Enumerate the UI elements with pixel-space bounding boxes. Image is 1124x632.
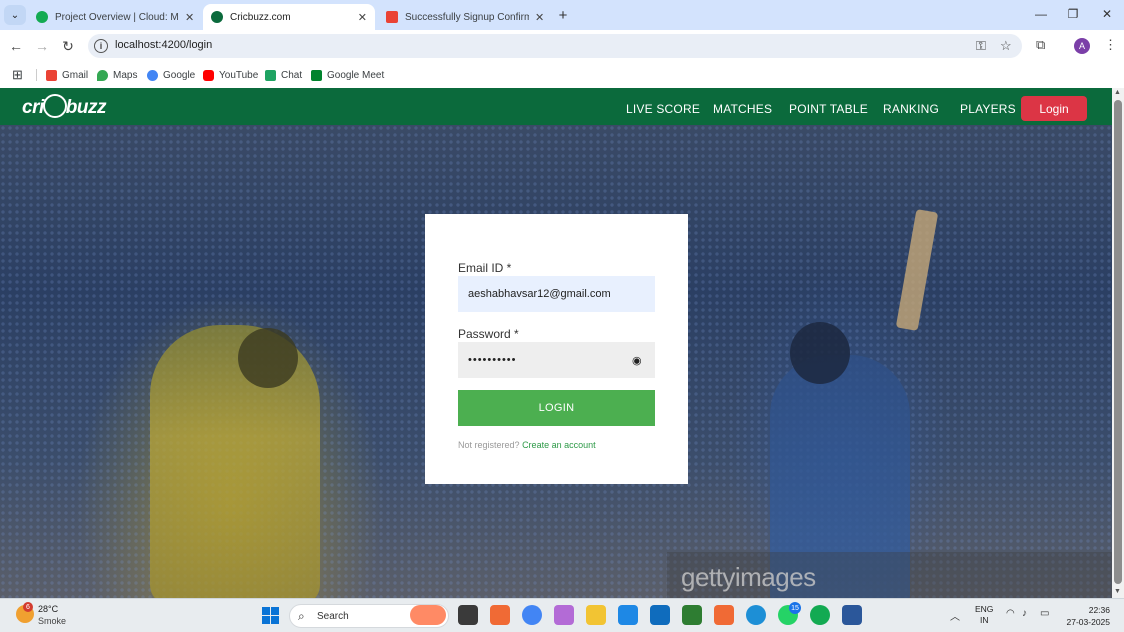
apps-grid-icon[interactable]: ⊞ <box>12 67 23 83</box>
page-viewport: cri buzz LIVE SCORE MATCHES POINT TABLE R… <box>0 88 1112 598</box>
address-bar[interactable]: i localhost:4200/login ⚿ ☆ <box>88 34 1022 58</box>
bookmark-google-meet[interactable]: Google Meet <box>311 67 384 83</box>
profile-avatar[interactable]: A <box>1074 38 1090 54</box>
new-tab-button[interactable]: + <box>554 6 572 24</box>
weather-desc[interactable]: Smoke <box>38 616 66 626</box>
cricket-ball-icon <box>42 94 67 118</box>
scroll-down-arrow-icon[interactable]: ▼ <box>1114 588 1121 595</box>
nav-ranking[interactable]: RANKING <box>883 102 939 116</box>
file-explorer-icon[interactable] <box>586 605 606 625</box>
bookmark-divider <box>36 69 37 81</box>
battery-icon[interactable]: ▭ <box>1040 608 1049 619</box>
login-submit-button[interactable]: LOGIN <box>458 390 655 426</box>
edge-icon[interactable] <box>746 605 766 625</box>
create-account-link[interactable]: Create an account <box>522 440 596 450</box>
tab-search-button[interactable]: ⌄ <box>4 5 26 25</box>
nav-live-score[interactable]: LIVE SCORE <box>626 102 700 116</box>
bookmark-google[interactable]: Google <box>147 67 195 83</box>
scrollbar-thumb[interactable] <box>1114 100 1122 584</box>
password-key-icon[interactable]: ⚿ <box>976 38 986 54</box>
window-close-button[interactable]: ✕ <box>1097 6 1117 22</box>
tab-cricbuzz[interactable]: Cricbuzz.com ✕ <box>203 4 375 30</box>
nav-players[interactable]: PLAYERS <box>960 102 1016 116</box>
games-icon[interactable] <box>682 605 702 625</box>
whatsapp-badge: 15 <box>789 602 801 614</box>
word-icon[interactable] <box>842 605 862 625</box>
weather-temp[interactable]: 28°C <box>38 604 58 614</box>
nav-login-button[interactable]: Login <box>1021 96 1087 121</box>
copilot-icon[interactable] <box>554 605 574 625</box>
wifi-icon[interactable]: ◠ <box>1006 608 1015 619</box>
google-icon <box>147 69 158 81</box>
scroll-up-arrow-icon[interactable]: ▲ <box>1114 89 1121 96</box>
weather-badge: 6 <box>23 602 33 612</box>
task-view-icon[interactable] <box>458 605 478 625</box>
getty-watermark: gettyimages <box>667 552 1112 598</box>
bookmark-star-icon[interactable]: ☆ <box>1000 38 1012 54</box>
minimize-button[interactable]: — <box>1031 6 1051 22</box>
start-button[interactable] <box>262 607 279 624</box>
vscode-icon[interactable] <box>618 605 638 625</box>
forward-button[interactable]: → <box>33 37 51 55</box>
nav-matches[interactable]: MATCHES <box>713 102 772 116</box>
xampp-icon[interactable] <box>490 605 510 625</box>
outlook-icon[interactable] <box>650 605 670 625</box>
gmail-icon <box>386 11 398 23</box>
cricbuzz-favicon-icon <box>211 11 223 23</box>
bookmarks-bar: ⊞ Gmail Maps Google YouTube Chat Google … <box>0 62 1124 88</box>
reload-button[interactable]: ↻ <box>59 37 77 55</box>
password-label: Password * <box>458 327 519 341</box>
eye-icon[interactable]: ◉ <box>632 354 642 367</box>
email-label: Email ID * <box>458 261 512 275</box>
site-info-icon[interactable]: i <box>94 39 108 53</box>
tab-project-overview[interactable]: Project Overview | Cloud: Mong ✕ <box>28 4 202 30</box>
xampp-control-icon[interactable] <box>714 605 734 625</box>
volume-icon[interactable]: ♪ <box>1022 608 1027 619</box>
search-icon: ⌕ <box>298 609 305 623</box>
nav-point-table[interactable]: POINT TABLE <box>789 102 868 116</box>
email-field[interactable] <box>458 276 655 312</box>
language-indicator[interactable]: ENG IN <box>975 604 993 626</box>
cricbuzz-logo[interactable]: cri buzz <box>22 94 106 119</box>
browser-toolbar: ← → ↻ i localhost:4200/login ⚿ ☆ ⧉ A ⋮ <box>0 30 1124 62</box>
restore-button[interactable]: ❐ <box>1063 6 1083 22</box>
batsman-helmet <box>790 322 850 384</box>
bookmark-chat[interactable]: Chat <box>265 67 302 83</box>
tab-signup-confirmation[interactable]: Successfully Signup Confirmati ✕ <box>378 4 552 30</box>
login-card: Email ID * Password * ◉ LOGIN Not regist… <box>425 214 688 484</box>
bookmark-youtube[interactable]: YouTube <box>203 67 258 83</box>
gmail-icon <box>46 69 57 81</box>
google-meet-icon <box>311 69 322 81</box>
bookmark-maps[interactable]: Maps <box>97 67 137 83</box>
close-icon[interactable]: ✕ <box>358 11 367 24</box>
tray-chevron-up-icon[interactable]: ︿ <box>950 608 960 623</box>
bookmark-gmail[interactable]: Gmail <box>46 67 88 83</box>
register-prompt: Not registered? Create an account <box>458 440 596 450</box>
system-clock[interactable]: 22:36 27-03-2025 <box>1064 604 1110 628</box>
menu-dots-icon[interactable]: ⋮ <box>1104 37 1117 53</box>
youtube-icon <box>203 69 214 81</box>
close-icon[interactable]: ✕ <box>535 11 544 24</box>
chrome-icon[interactable] <box>522 605 542 625</box>
wicketkeeper-helmet <box>238 328 298 388</box>
close-icon[interactable]: ✕ <box>185 11 194 24</box>
browser-tab-strip: ⌄ Project Overview | Cloud: Mong ✕ Cricb… <box>0 0 1124 30</box>
page-scrollbar[interactable]: ▲ ▼ <box>1112 88 1124 598</box>
chat-icon <box>265 69 276 81</box>
back-button[interactable]: ← <box>7 37 25 55</box>
extensions-icon[interactable]: ⧉ <box>1036 37 1045 53</box>
mongodb-icon <box>36 11 48 23</box>
site-navbar: cri buzz LIVE SCORE MATCHES POINT TABLE R… <box>0 88 1112 125</box>
windows-taskbar: 6 28°C Smoke ⌕ Search 15 ︿ ENG IN ◠ ♪ ▭ … <box>0 598 1124 632</box>
mongodb-compass-icon[interactable] <box>810 605 830 625</box>
maps-icon <box>97 69 108 81</box>
password-field[interactable] <box>458 342 655 378</box>
search-highlight-icon[interactable] <box>410 605 446 625</box>
